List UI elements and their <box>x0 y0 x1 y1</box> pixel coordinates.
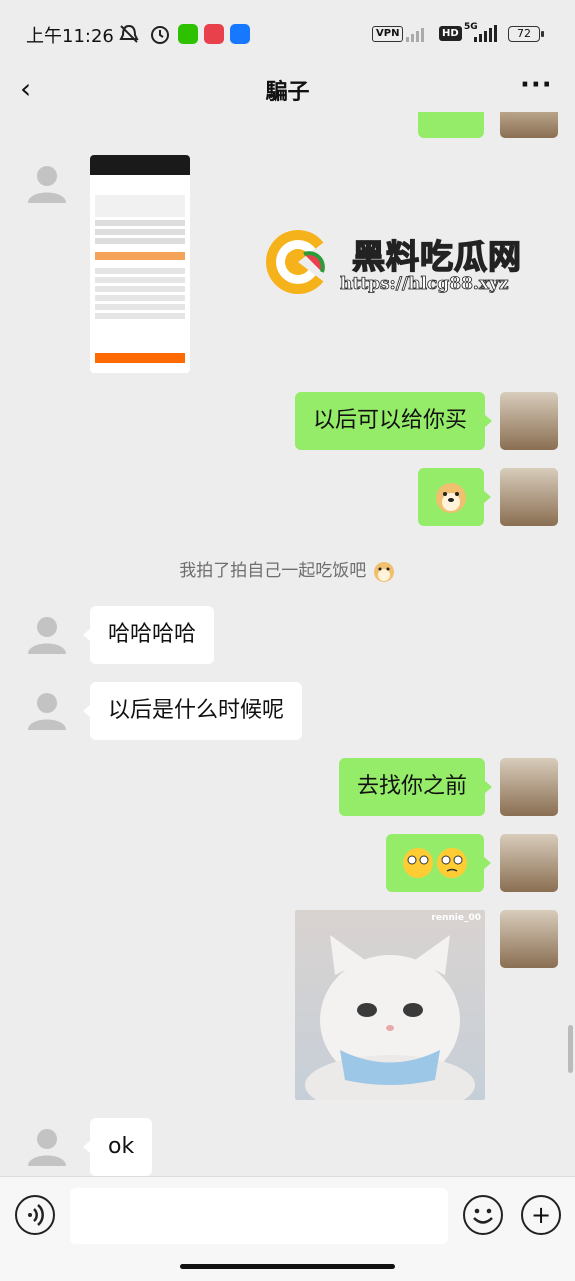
hd-badge: HD <box>439 26 462 41</box>
message-bubble-sent[interactable] <box>418 468 491 526</box>
message-bubble-received[interactable]: 以后是什么时候呢 <box>82 682 303 740</box>
doge-emoji-icon <box>436 483 466 513</box>
vpn-badge: VPN <box>372 26 404 42</box>
system-notice: 我拍了拍自己一起吃饭吧 <box>0 556 575 582</box>
more-options-button[interactable]: ··· <box>520 70 553 100</box>
message-bubble-sent[interactable]: 去找你之前 <box>338 758 493 816</box>
plus-button[interactable]: + <box>521 1195 561 1235</box>
contact-avatar[interactable] <box>18 1118 76 1176</box>
home-indicator[interactable] <box>180 1264 395 1269</box>
watermark-title: 黑料吃瓜网 <box>351 236 522 277</box>
contact-avatar[interactable] <box>18 155 76 213</box>
previous-message-bubble[interactable] <box>418 112 484 138</box>
mute-icon <box>119 24 139 43</box>
scrollbar[interactable] <box>568 1025 573 1073</box>
watermark-logo-icon <box>266 230 332 294</box>
doge-emoji-icon <box>373 562 394 582</box>
my-avatar[interactable] <box>500 112 558 138</box>
contact-avatar[interactable] <box>18 606 76 664</box>
emoji-icon <box>473 1208 493 1224</box>
alipay-icon <box>230 24 250 44</box>
pleading-emoji-icon <box>403 848 467 878</box>
chat-title: 騙子 <box>265 80 310 105</box>
status-time: 上午11:26 <box>26 26 114 47</box>
voice-icon <box>28 1204 44 1226</box>
shared-screenshot-image[interactable] <box>90 155 190 373</box>
cat-photo-image[interactable]: rennie_00 <box>295 910 485 1100</box>
voice-button[interactable] <box>15 1195 55 1235</box>
my-avatar[interactable] <box>500 834 558 892</box>
my-avatar[interactable] <box>500 910 558 968</box>
image-caption: rennie_00 <box>431 913 481 923</box>
watermark-url: https://hlcg88.xyz <box>340 274 509 295</box>
emoji-button[interactable] <box>463 1195 503 1235</box>
battery-indicator: 72 <box>508 26 544 42</box>
pat-notice-text: 我拍了拍自己一起吃饭吧 <box>179 561 367 581</box>
signal-weak-icon <box>406 28 424 42</box>
my-avatar[interactable] <box>500 392 558 450</box>
contact-avatar[interactable] <box>18 682 76 740</box>
app-icon <box>204 24 224 44</box>
message-bubble-sent[interactable]: 以后可以给你买 <box>294 392 493 450</box>
my-avatar[interactable] <box>500 758 558 816</box>
wechat-icon <box>178 24 198 44</box>
message-bubble-received[interactable]: ok <box>82 1118 153 1176</box>
message-bubble-sent[interactable] <box>386 834 491 892</box>
message-bubble-received[interactable]: 哈哈哈哈 <box>82 606 215 664</box>
message-input[interactable] <box>70 1188 448 1244</box>
alarm-icon <box>151 26 169 44</box>
status-bar: 上午11:26 VPN HD 5G 72 <box>0 0 575 70</box>
my-avatar[interactable] <box>500 468 558 526</box>
signal-icon <box>474 25 497 42</box>
